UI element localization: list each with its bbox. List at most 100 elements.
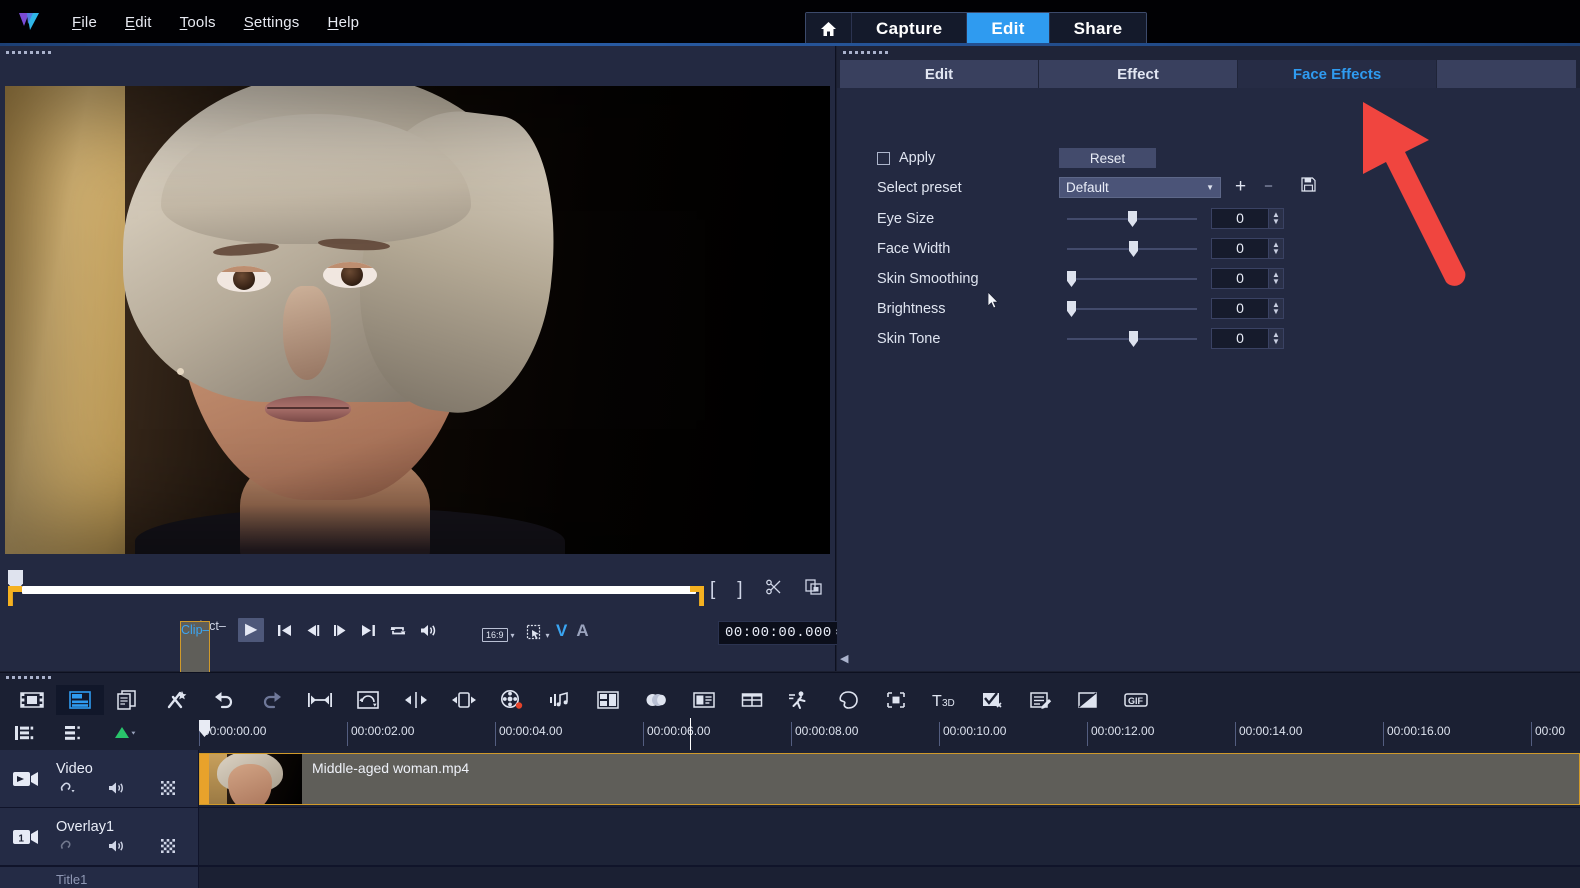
fit-project-to-window-button[interactable] [344,685,392,715]
timeline-ruler[interactable]: 00:00:00.00 00:00:02.00 00:00:04.00 00:0… [199,718,1580,750]
add-preset-button[interactable]: + [1235,177,1246,196]
ripple-edit-button[interactable] [296,685,344,715]
title-3d-button[interactable]: T 3D [920,685,968,715]
skin-smoothing-slider[interactable] [1067,269,1197,289]
timeline-clip[interactable]: Middle-aged woman.mp4 [199,753,1580,805]
track-link-icon-video[interactable] [56,781,76,795]
track-opacity-icon-video[interactable] [160,780,176,796]
menu-tools[interactable]: Tools [166,10,230,35]
track-mute-icon-overlay1[interactable] [108,839,128,853]
mask-creator-button[interactable] [824,685,872,715]
eye-size-slider-thumb[interactable] [1128,211,1137,227]
capture-region-icon[interactable] [526,624,543,646]
skin-tone-value[interactable]: 0 [1211,327,1269,349]
eye-size-slider[interactable] [1067,209,1197,229]
menu-file[interactable]: File [58,10,111,35]
skin-smoothing-slider-thumb[interactable] [1067,271,1076,287]
trim-in-handle-icon[interactable] [8,586,22,606]
screen-annotation-button[interactable] [1016,685,1064,715]
track-body-overlay1[interactable] [199,808,1580,865]
marker-menu-button[interactable] [114,724,136,742]
track-header-video[interactable]: Video [0,750,199,807]
save-preset-button[interactable] [1301,177,1316,195]
face-width-slider[interactable] [1067,239,1197,259]
skin-tone-slider-thumb[interactable] [1129,331,1138,347]
apply-checkbox-row[interactable]: Apply [877,146,935,170]
menu-settings[interactable]: Settings [230,10,314,35]
module-tab-home[interactable] [806,13,852,45]
split-screen-template-button[interactable] [584,685,632,715]
tab-face-effects[interactable]: Face Effects [1238,60,1437,88]
previous-frame-button[interactable] [305,623,320,638]
remove-preset-button[interactable]: − [1264,179,1273,194]
multi-camera-editor-button[interactable] [104,685,152,715]
brightness-value[interactable]: 0 [1211,297,1269,319]
tab-overflow[interactable] [1437,60,1577,88]
trim-out-handle-icon[interactable] [690,586,704,606]
subtitle-editor-button[interactable] [680,685,728,715]
timecode-field[interactable]: 00:00:00.000 ▲▼ [718,621,849,645]
track-mute-icon-video[interactable] [108,781,128,795]
options-drag-handle-icon[interactable] [837,46,1580,54]
skin-smoothing-stepper[interactable]: ▲ ▼ [1269,267,1284,289]
face-width-value[interactable]: 0 [1211,237,1269,259]
track-transparency-button[interactable] [632,685,680,715]
undo-button[interactable] [200,685,248,715]
face-width-stepper[interactable]: ▲ ▼ [1269,237,1284,259]
tab-effect[interactable]: Effect [1039,60,1238,88]
menu-edit[interactable]: Edit [111,10,166,35]
timeline-view-button[interactable] [56,685,104,715]
brightness-slider-thumb[interactable] [1067,301,1076,317]
volume-button[interactable] [420,623,438,638]
video-stream-toggle[interactable]: V [556,621,567,641]
play-button[interactable]: ▶ [238,618,265,642]
next-frame-button[interactable] [333,623,348,638]
aspect-ratio-control[interactable]: 16:9 ▾ ▾ [482,624,550,646]
mark-out-button[interactable]: ] [737,580,742,599]
mix-audio-button[interactable] [536,685,584,715]
menu-help[interactable]: Help [314,10,374,35]
motion-tracking-button[interactable] [776,685,824,715]
collapse-panel-left-icon[interactable]: ◀ [840,652,848,666]
eye-size-stepper[interactable]: ▲ ▼ [1269,207,1284,229]
tab-edit[interactable]: Edit [840,60,1039,88]
video-stabilizer-button[interactable] [872,685,920,715]
video-preview[interactable] [5,86,830,554]
preset-dropdown[interactable]: Default ▼ [1059,176,1221,198]
aspect-ratio-value[interactable]: 16:9 [482,628,508,642]
add-remove-track-button[interactable] [64,724,84,742]
preview-mode-selector[interactable]: Project– Clip– [180,618,226,673]
track-header-title1[interactable]: Title1 [0,867,199,888]
eye-size-value[interactable]: 0 [1211,207,1269,229]
split-clip-button[interactable] [765,578,783,600]
skin-tone-slider[interactable] [1067,329,1197,349]
zoom-to-fit-button[interactable] [392,685,440,715]
record-capture-option-button[interactable] [488,685,536,715]
chevron-down-icon[interactable]: ▾ [511,631,515,640]
timeline-zoom-button[interactable] [440,685,488,715]
audio-stream-toggle[interactable]: A [576,621,588,641]
module-tab-capture[interactable]: Capture [852,13,968,45]
track-manager-button[interactable] [14,724,34,742]
grid-view-button[interactable] [728,685,776,715]
preview-drag-handle-icon[interactable] [0,46,835,54]
color-correction-button[interactable] [1064,685,1112,715]
track-link-icon-overlay1[interactable] [56,839,76,853]
reset-button[interactable]: Reset [1059,148,1156,168]
storyboard-view-button[interactable] [8,685,56,715]
repeat-button[interactable] [389,623,407,638]
track-opacity-icon-overlay1[interactable] [160,838,176,854]
go-to-end-button[interactable] [361,623,376,638]
track-header-overlay1[interactable]: 1 Overlay1 [0,808,199,865]
skin-smoothing-value[interactable]: 0 [1211,267,1269,289]
redo-button[interactable] [248,685,296,715]
scrubber-track[interactable] [22,586,696,594]
gif-creator-button[interactable]: GIF [1112,685,1160,715]
module-tab-edit[interactable]: Edit [967,13,1050,45]
brightness-stepper[interactable]: ▲ ▼ [1269,297,1284,319]
save-trimmed-clip-button[interactable] [804,578,823,600]
module-tab-share[interactable]: Share [1049,13,1147,45]
preview-scrubber[interactable]: [ ] [0,564,836,612]
brightness-slider[interactable] [1067,299,1197,319]
auto-music-mixer-button[interactable] [152,685,200,715]
